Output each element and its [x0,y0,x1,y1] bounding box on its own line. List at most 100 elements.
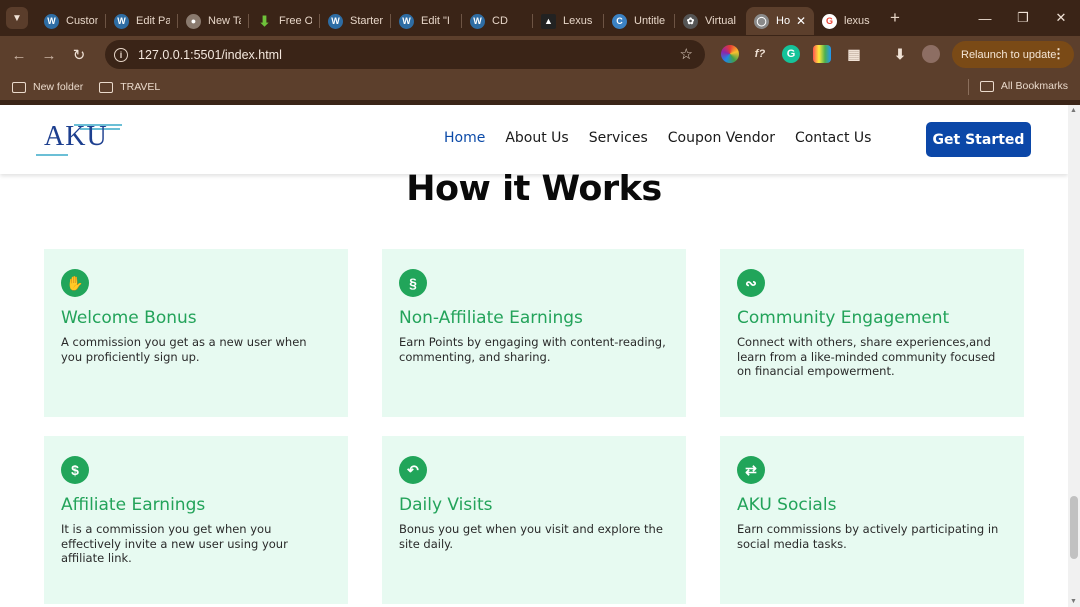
feature-card: § Non-Affiliate Earnings Earn Points by … [382,249,686,417]
web-page: AKU Home About Us Services Coupon Vendor… [0,105,1068,607]
browser-tab[interactable]: ✿ Virtual [675,7,746,35]
reload-icon[interactable]: ↻ [64,46,94,64]
scrollbar-thumb[interactable] [1070,496,1078,559]
more-menu-icon[interactable]: ⋮ [1052,46,1065,62]
tab-label: Ho [776,15,790,27]
logo-text: AKU [44,121,108,152]
get-started-button[interactable]: Get Started [926,122,1031,157]
site-logo[interactable]: AKU [36,119,126,159]
browser-tab[interactable]: C Untitle [604,7,675,35]
extensions-puzzle-icon[interactable]: ▦ [845,45,863,63]
tab-label: Edit "I [421,15,450,27]
card-title: Non-Affiliate Earnings [399,308,583,328]
scroll-down-icon[interactable]: ▼ [1070,598,1077,605]
globe-icon: ◯ [754,13,769,29]
restore-icon[interactable]: ❐ [1004,10,1042,26]
tab-label: Custon [66,15,98,27]
wordpress-icon: W [328,13,343,29]
nav-home[interactable]: Home [444,130,485,146]
colorpick-extension-icon[interactable] [813,45,831,63]
browser-tab-active[interactable]: ◯ Ho ✕ [746,7,814,35]
browser-tab[interactable]: W Edit "I [391,7,462,35]
new-tab-icon[interactable]: + [890,8,900,28]
browser-tab[interactable]: W CD [462,7,533,35]
download-icon[interactable]: ⬇ [891,45,909,63]
tab-list: W Custon W Edit Pa ● New Ta ⬇ Free O W S… [36,0,900,36]
tab-label: Starter [350,15,383,27]
browser-tab[interactable]: W Custon [36,7,106,35]
folder-icon [99,81,114,93]
browser-tab[interactable]: ● New Ta [178,7,249,35]
back-icon[interactable]: ← [4,47,34,64]
bookmark-label: New folder [33,81,84,93]
grammarly-icon[interactable]: G [782,45,800,63]
tab-label: Free O [279,15,312,27]
logo-stroke [36,154,68,156]
chrome-icon: ● [186,13,201,29]
card-description: A commission you get as a new user when … [61,335,307,364]
coin-icon: § [399,269,427,297]
close-icon[interactable]: ✕ [796,14,806,28]
site-navbar: AKU Home About Us Services Coupon Vendor… [0,105,1068,174]
nav-services[interactable]: Services [589,130,648,146]
tab-search-icon[interactable]: ▼ [6,7,28,29]
url-text[interactable]: 127.0.0.1:5501/index.html [138,48,282,62]
browser-tab[interactable]: W Edit Pa [106,7,178,35]
openai-icon: ✿ [683,13,698,29]
feature-card: ↶ Daily Visits Bonus you get when you vi… [382,436,686,604]
bookmark-folder[interactable]: TRAVEL [99,81,160,93]
folder-icon [12,81,26,93]
return-arrow-icon: ↶ [399,456,427,484]
tab-label: Lexus [563,15,593,27]
tab-label: CD [492,15,508,27]
relaunch-button[interactable]: Relaunch to update ⋮ [952,41,1074,68]
browser-tab[interactable]: ▲ Lexus [533,7,604,35]
google-icon: G [822,13,837,29]
feature-card: ✋ Welcome Bonus A commission you get as … [44,249,348,417]
tab-label: New Ta [208,15,241,27]
site-info-icon[interactable]: i [114,47,128,62]
folder-icon [979,80,994,92]
tab-label: Edit Pa [136,15,170,27]
card-description: Earn commissions by actively participati… [737,522,999,551]
main-menu: Home About Us Services Coupon Vendor Con… [444,130,891,146]
forward-icon[interactable]: → [34,47,64,64]
feature-card: ⇄ AKU Socials Earn commissions by active… [720,436,1024,604]
address-bar[interactable]: i 127.0.0.1:5501/index.html ☆ [105,40,705,69]
tab-label: Untitle [634,15,666,27]
close-window-icon[interactable]: ✕ [1042,10,1080,26]
all-bookmarks-label: All Bookmarks [1000,80,1068,92]
nav-about-us[interactable]: About Us [505,130,568,146]
relaunch-label: Relaunch to update [961,48,1057,61]
share-icon: ⇄ [737,456,765,484]
bookmark-star-icon[interactable]: ☆ [680,45,693,63]
browser-tab[interactable]: ⬇ Free O [249,7,320,35]
minimize-icon[interactable]: — [966,11,1004,26]
feature-card: ∾ Community Engagement Connect with othe… [720,249,1024,417]
profile-avatar[interactable] [922,45,940,63]
browser-toolbar: ← → ↻ i 127.0.0.1:5501/index.html ☆ f? G… [0,36,1080,74]
nav-coupon-vendor[interactable]: Coupon Vendor [668,130,775,146]
browser-tab[interactable]: G lexus l [814,7,880,35]
font-extension-icon[interactable]: f? [751,45,769,63]
scroll-up-icon[interactable]: ▲ [1070,107,1077,114]
wordpress-icon: W [399,13,414,29]
wordpress-icon: W [44,13,59,29]
browser-tab[interactable]: W Starter [320,7,391,35]
bookmark-folder[interactable]: New folder [12,81,83,93]
wordpress-icon: W [470,13,485,29]
section-title: How it Works [406,169,662,209]
window-controls: — ❐ ✕ [966,0,1080,36]
lexus-icon: ▲ [541,13,556,29]
divider [968,79,969,95]
card-description: It is a commission you get when you effe… [61,522,288,565]
bookmarks-bar: New folder TRAVEL All Bookmarks [0,74,1080,100]
tab-label: lexus l [844,15,872,27]
page-scrollbar[interactable]: ▲ ▼ [1068,105,1080,607]
nav-contact-us[interactable]: Contact Us [795,130,871,146]
card-description: Bonus you get when you visit and explore… [399,522,663,551]
hand-wave-icon: ✋ [61,269,89,297]
card-title: Affiliate Earnings [61,495,206,515]
color-extension-icon[interactable] [721,45,739,63]
all-bookmarks[interactable]: All Bookmarks [979,80,1068,92]
